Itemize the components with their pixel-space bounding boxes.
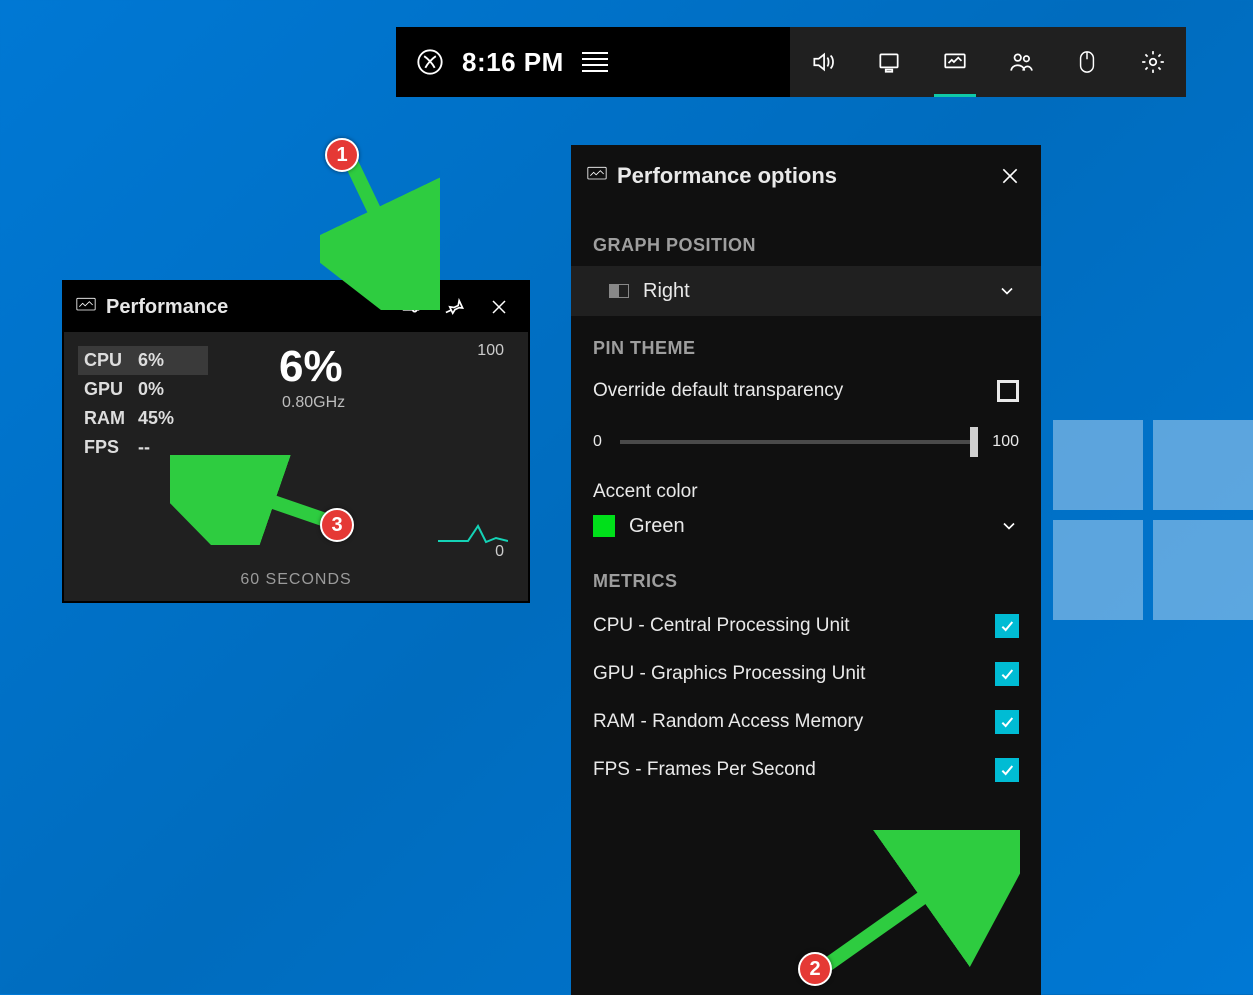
annotation-badge-1: 1 <box>325 138 359 172</box>
accent-swatch <box>593 515 615 537</box>
slider-thumb[interactable] <box>970 427 978 457</box>
position-preview-icon <box>609 284 629 298</box>
chevron-down-icon <box>999 516 1019 536</box>
performance-title: Performance <box>106 296 228 319</box>
performance-options-panel: Performance options GRAPH POSITION Right… <box>571 145 1041 995</box>
windows-logo <box>1053 420 1253 620</box>
big-value: 6% <box>279 342 343 392</box>
graph-ymax: 100 <box>477 342 504 360</box>
slider-min: 0 <box>593 433 602 451</box>
metric-fps: FPS - Frames Per Second <box>593 746 1019 794</box>
graph-xlabel: 60 SECONDS <box>240 571 351 589</box>
override-transparency-checkbox[interactable] <box>997 380 1019 402</box>
close-icon[interactable] <box>482 290 516 324</box>
performance-button[interactable] <box>922 27 988 97</box>
metric-cpu-checkbox[interactable] <box>995 614 1019 638</box>
performance-title-icon <box>76 297 96 318</box>
chevron-down-icon <box>997 281 1017 301</box>
options-title-icon <box>587 166 607 187</box>
performance-widget: Performance CPU 6% GPU 0% <box>62 280 530 603</box>
metrics-heading: METRICS <box>593 571 1019 592</box>
options-icon[interactable] <box>394 290 428 324</box>
sub-value: 0.80GHz <box>282 394 345 412</box>
slider-max: 100 <box>992 433 1019 451</box>
graph-sparkline <box>438 516 508 546</box>
close-icon[interactable] <box>995 161 1025 191</box>
xbox-icon[interactable] <box>416 48 444 76</box>
metric-gpu-checkbox[interactable] <box>995 662 1019 686</box>
stat-gpu[interactable]: GPU 0% <box>78 375 208 404</box>
transparency-slider[interactable]: 0 100 <box>593 433 1019 451</box>
mouse-button[interactable] <box>1054 27 1120 97</box>
game-bar-topbar: 8:16 PM <box>396 27 1186 97</box>
settings-button[interactable] <box>1120 27 1186 97</box>
stat-ram[interactable]: RAM 45% <box>78 404 208 433</box>
metric-ram-checkbox[interactable] <box>995 710 1019 734</box>
stats-list: CPU 6% GPU 0% RAM 45% FPS -- <box>78 346 208 589</box>
accent-color-label: Accent color <box>593 481 1019 503</box>
options-title: Performance options <box>617 163 837 189</box>
pin-icon[interactable] <box>438 290 472 324</box>
metric-gpu: GPU - Graphics Processing Unit <box>593 650 1019 698</box>
audio-button[interactable] <box>790 27 856 97</box>
capture-button[interactable] <box>856 27 922 97</box>
stat-cpu[interactable]: CPU 6% <box>78 346 208 375</box>
clock: 8:16 PM <box>462 47 564 78</box>
accent-color-dropdown[interactable]: Green <box>593 503 1019 549</box>
social-button[interactable] <box>988 27 1054 97</box>
metric-cpu: CPU - Central Processing Unit <box>593 602 1019 650</box>
metric-ram: RAM - Random Access Memory <box>593 698 1019 746</box>
menu-icon[interactable] <box>582 52 608 72</box>
pin-theme-heading: PIN THEME <box>593 338 1019 359</box>
graph-position-dropdown[interactable]: Right <box>571 266 1041 316</box>
metric-fps-checkbox[interactable] <box>995 758 1019 782</box>
stat-fps[interactable]: FPS -- <box>78 433 208 462</box>
graph-position-heading: GRAPH POSITION <box>593 235 1019 256</box>
override-transparency-label: Override default transparency <box>593 380 843 402</box>
